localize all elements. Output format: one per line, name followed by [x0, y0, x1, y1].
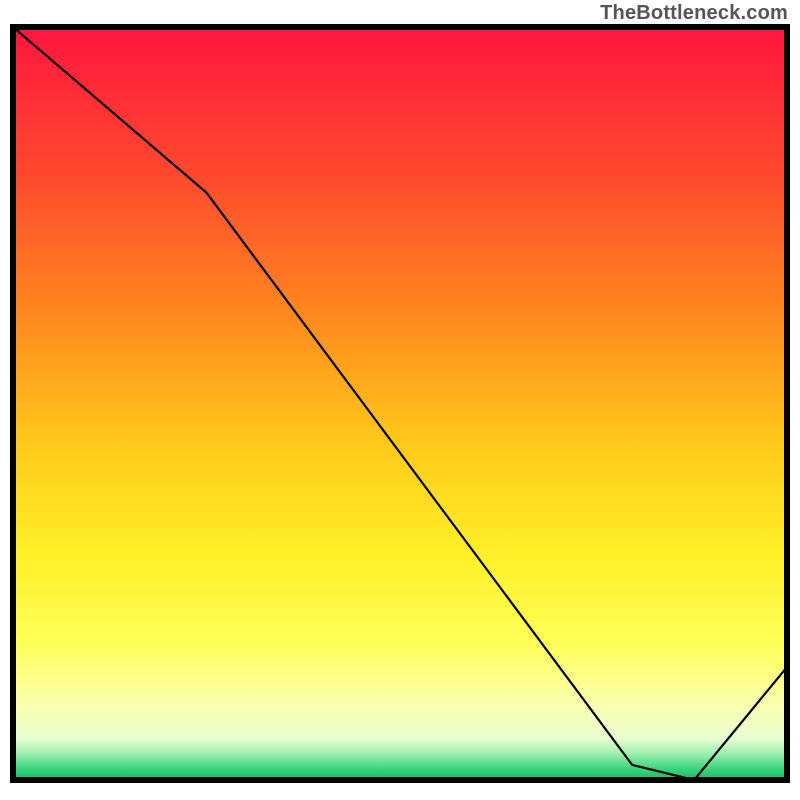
gradient-background	[13, 27, 787, 780]
chart-svg	[0, 0, 800, 800]
